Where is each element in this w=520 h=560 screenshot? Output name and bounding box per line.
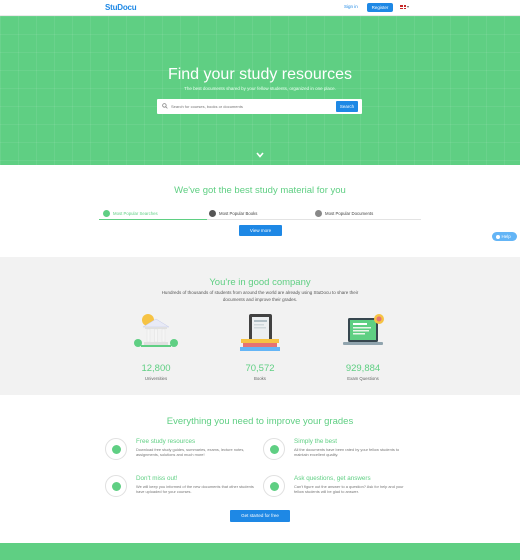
- scroll-down-chevron-icon[interactable]: [255, 151, 265, 159]
- footer-band: [0, 543, 520, 560]
- feature-title: Ask questions, get answers: [294, 475, 371, 482]
- stat-books: 70,572 Books: [215, 312, 305, 381]
- feature-simply-best: Simply the best All the documents have b…: [263, 438, 413, 468]
- help-button[interactable]: Help: [492, 232, 517, 241]
- tab-most-popular-documents[interactable]: Most Popular Documents: [313, 208, 421, 220]
- language-selector[interactable]: ▾: [400, 4, 412, 11]
- feature-text: All the documents have been rated by you…: [294, 447, 400, 458]
- books-icon: [240, 314, 280, 351]
- cloud-download-icon: [105, 438, 127, 460]
- feature-title: Free study resources: [136, 438, 196, 445]
- company-title: You're in good company: [209, 277, 311, 288]
- tab-most-popular-searches[interactable]: Most Popular Searches: [99, 208, 207, 220]
- stat-value: 12,800: [141, 363, 171, 374]
- search-icon: [162, 103, 168, 109]
- stat-universities: 12,800 Universities: [111, 312, 201, 381]
- materials-tabs: Most Popular Searches Most Popular Books…: [99, 208, 421, 220]
- stat-value: 70,572: [245, 363, 275, 374]
- stat-value: 929,884: [345, 363, 381, 374]
- view-more-button[interactable]: View more: [239, 225, 282, 236]
- features-title: Everything you need to improve your grad…: [166, 416, 354, 427]
- help-icon: [496, 234, 500, 239]
- help-label: Help: [501, 234, 511, 239]
- stat-label: Universities: [144, 376, 168, 381]
- top-navbar: StuDocu Sign in Register ▾: [0, 0, 520, 16]
- studocu-logo[interactable]: StuDocu: [105, 3, 137, 12]
- hero-title: Find your study resources: [167, 66, 353, 83]
- chevron-down-icon: ▾: [407, 4, 410, 9]
- company-subtitle: Hundreds of thousands of students from a…: [161, 290, 359, 302]
- feature-title: Simply the best: [294, 438, 338, 445]
- search-input[interactable]: [171, 101, 331, 112]
- get-started-button[interactable]: Get started for free: [230, 510, 290, 522]
- feature-text: Download free study guides, summaries, e…: [136, 447, 245, 458]
- document-circle-icon: [315, 209, 322, 217]
- stat-label: Books: [254, 376, 266, 381]
- search-bar: Search: [157, 99, 362, 114]
- university-icon: [134, 314, 178, 347]
- tab-label: Most Popular Books: [219, 211, 258, 216]
- hero-section: Find your study resources The best docum…: [0, 16, 520, 165]
- exam-laptop-icon: [343, 314, 384, 345]
- stat-exam-questions: 929,884 Exam Questions: [318, 312, 408, 381]
- tab-label: Most Popular Documents: [325, 211, 374, 216]
- feature-title: Don't miss out!: [136, 475, 178, 482]
- hero-subtitle: The best documents shared by your fellow…: [184, 86, 336, 91]
- uk-flag-icon: [400, 5, 406, 9]
- bell-icon: [105, 475, 127, 497]
- question-icon: [263, 475, 285, 497]
- feature-dont-miss-out: Don't miss out! We will keep you informe…: [105, 475, 255, 505]
- star-icon: [263, 438, 285, 460]
- tab-label: Most Popular Searches: [113, 211, 158, 216]
- feature-text: We will keep you informed of the new doc…: [136, 484, 254, 495]
- materials-title: We've got the best study material for yo…: [174, 185, 346, 196]
- tab-most-popular-books[interactable]: Most Popular Books: [207, 208, 313, 220]
- search-circle-icon: [103, 209, 110, 217]
- signin-link[interactable]: Sign in: [344, 4, 358, 9]
- stat-label: Exam Questions: [347, 376, 379, 381]
- feature-free-resources: Free study resources Download free study…: [105, 438, 255, 468]
- feature-text: Can't figure out the answer to a questio…: [294, 484, 404, 495]
- search-button[interactable]: Search: [336, 101, 358, 112]
- register-button[interactable]: Register: [367, 3, 393, 12]
- feature-ask-questions: Ask questions, get answers Can't figure …: [263, 475, 413, 505]
- company-section: You're in good company Hundreds of thous…: [0, 257, 520, 395]
- book-circle-icon: [209, 209, 216, 217]
